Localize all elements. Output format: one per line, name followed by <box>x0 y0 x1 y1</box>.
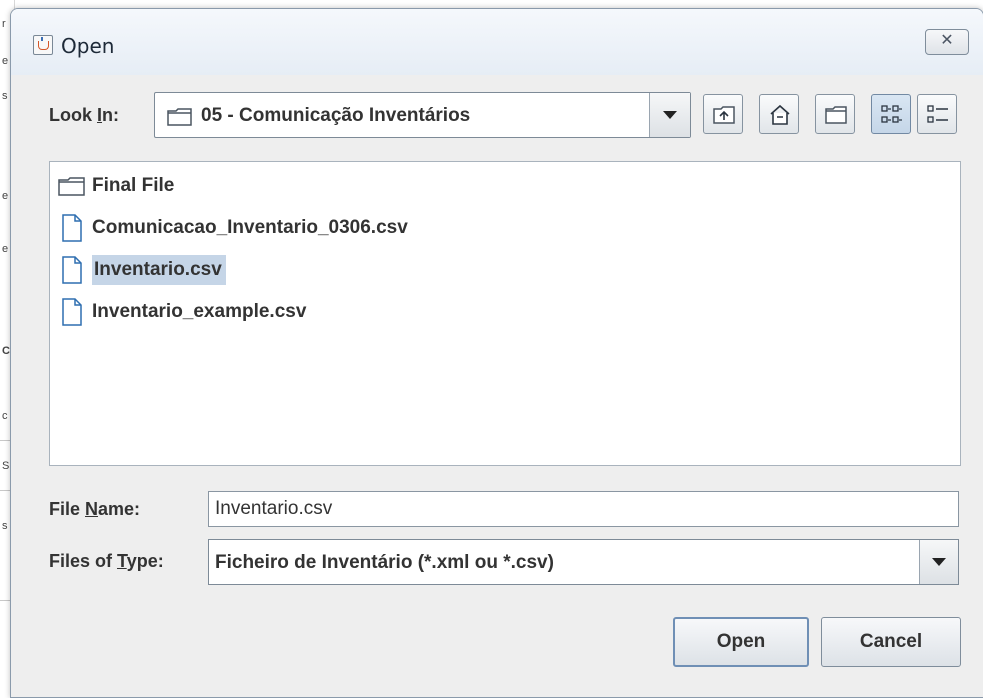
background-glyph: c <box>2 410 8 422</box>
look-in-dropdown-button[interactable] <box>649 93 690 137</box>
file-name-label: File Name: <box>49 499 141 519</box>
look-in-label: Look In: <box>49 105 120 125</box>
file-icon <box>56 214 88 242</box>
file-name-label: Comunicacao_Inventario_0306.csv <box>92 217 408 238</box>
list-view-icon <box>881 105 902 123</box>
folder-icon <box>56 175 88 197</box>
chevron-down-icon <box>932 558 946 566</box>
files-of-type-dropdown-button[interactable] <box>919 540 958 584</box>
file-name-label: Inventario_example.csv <box>92 301 307 322</box>
background-glyph: e <box>2 243 9 255</box>
close-button[interactable]: ✕ <box>925 29 969 55</box>
close-icon: ✕ <box>940 32 954 49</box>
background-glyph: s <box>2 520 8 532</box>
file-list[interactable]: Final File Comunicacao_Inventario_0306.c… <box>49 161 961 466</box>
java-cup-icon <box>33 35 53 55</box>
list-view-button[interactable] <box>871 94 911 134</box>
new-folder-button[interactable] <box>815 94 855 134</box>
up-folder-icon <box>713 106 735 124</box>
files-of-type-value: Ficheiro de Inventário (*.xml ou *.csv) <box>215 552 554 573</box>
chevron-down-icon <box>663 111 677 119</box>
list-item-file[interactable]: Inventario.csv <box>56 252 232 288</box>
background-glyph: s <box>2 90 8 102</box>
new-folder-icon <box>825 106 847 124</box>
home-button[interactable] <box>759 94 799 134</box>
list-item-file[interactable]: Inventario_example.csv <box>56 294 312 330</box>
background-glyph: e <box>2 55 9 67</box>
file-name-input[interactable] <box>208 491 959 527</box>
open-button[interactable]: Open <box>673 617 809 667</box>
window-title: Open <box>61 34 115 58</box>
folder-icon <box>167 107 193 132</box>
files-of-type-label: Files of Type: <box>49 551 164 571</box>
cancel-button[interactable]: Cancel <box>821 617 961 667</box>
background-glyph: C <box>2 345 10 357</box>
details-view-button[interactable] <box>917 94 957 134</box>
list-item-folder[interactable]: Final File <box>56 168 180 204</box>
file-icon <box>56 256 88 284</box>
title-bar: Open ✕ <box>11 9 983 75</box>
file-name-label-selected: Inventario.csv <box>92 255 226 285</box>
background-glyph: r <box>2 18 6 30</box>
file-name-label: Final File <box>92 175 175 196</box>
background-glyph: e <box>2 190 9 202</box>
file-icon <box>56 298 88 326</box>
open-file-dialog: Open ✕ Look In: 05 - Comunicação Inventá… <box>10 8 983 698</box>
home-icon <box>770 104 790 125</box>
background-glyph: S <box>2 460 10 472</box>
list-item-file[interactable]: Comunicacao_Inventario_0306.csv <box>56 210 414 246</box>
look-in-value: 05 - Comunicação Inventários <box>201 105 471 126</box>
look-in-combo[interactable]: 05 - Comunicação Inventários <box>154 92 691 138</box>
files-of-type-combo[interactable]: Ficheiro de Inventário (*.xml ou *.csv) <box>208 539 959 585</box>
details-view-icon <box>927 105 948 123</box>
up-one-level-button[interactable] <box>703 94 743 134</box>
